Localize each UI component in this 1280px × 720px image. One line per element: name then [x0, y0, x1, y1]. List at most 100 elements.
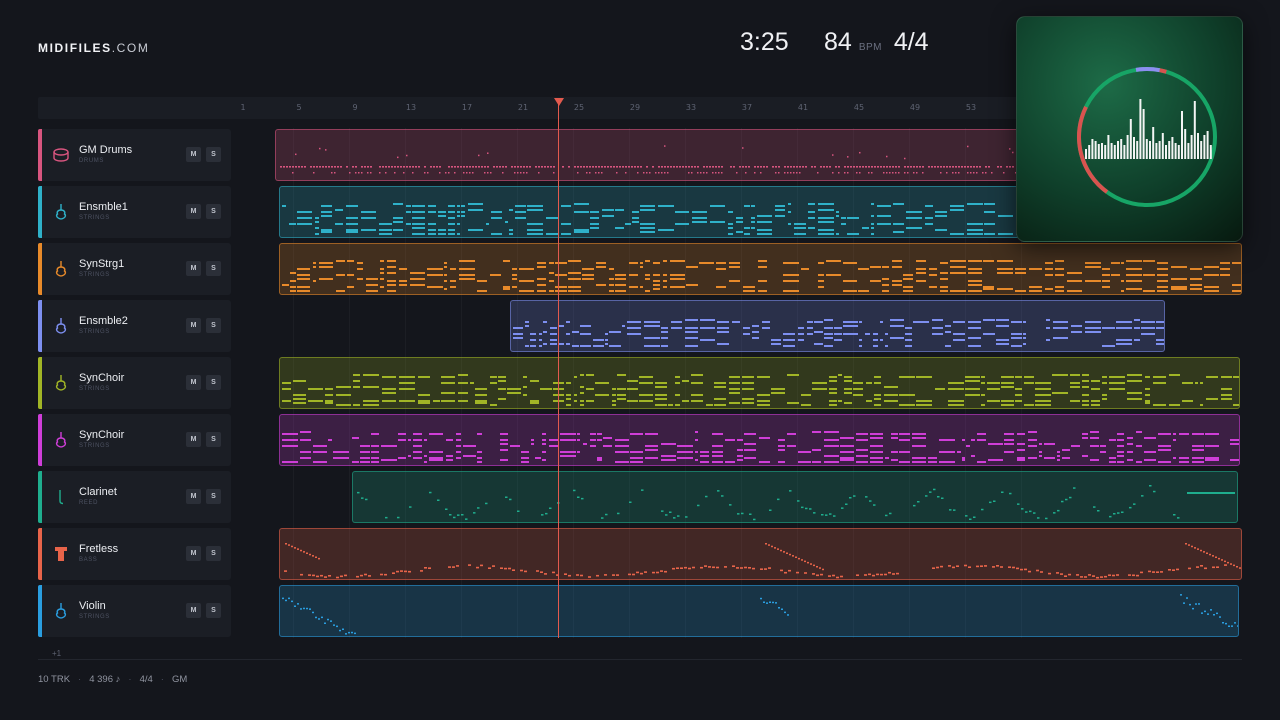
ruler-bar-number: 21	[517, 103, 529, 112]
track-name: GM Drums	[79, 144, 133, 156]
brand-logo: MIDIFILES.COM	[38, 41, 149, 55]
track-category: STRINGS	[79, 329, 110, 335]
track-category: STRINGS	[79, 272, 110, 278]
mute-button[interactable]: M	[186, 318, 201, 333]
more-tracks-indicator[interactable]: +1	[52, 649, 61, 658]
midi-clip[interactable]	[352, 471, 1238, 523]
violin-icon	[52, 374, 70, 392]
solo-button[interactable]: S	[206, 375, 221, 390]
track-header[interactable]: SynChoir STRINGS M S	[38, 414, 231, 466]
note-pattern	[282, 374, 1239, 406]
tempo-unit: BPM	[858, 42, 882, 53]
brand-name: MIDIFILES	[38, 41, 112, 55]
footer-signature: 4/4	[139, 674, 153, 685]
ruler-bar-number: 13	[405, 103, 417, 112]
track-header[interactable]: Ensmble2 STRINGS M S	[38, 300, 231, 352]
solo-button[interactable]: S	[206, 546, 221, 561]
track-category: STRINGS	[79, 614, 110, 620]
midi-clip[interactable]	[279, 357, 1240, 409]
time-signature-readout: 4/4	[893, 28, 929, 56]
time-readout: 3:25	[740, 28, 789, 56]
mute-button[interactable]: M	[186, 261, 201, 276]
track-color-stripe	[38, 300, 42, 352]
bass-icon	[52, 545, 70, 563]
solo-button[interactable]: S	[206, 432, 221, 447]
note-count: 4 396 ♪	[89, 674, 121, 685]
track-name: Violin	[79, 600, 106, 612]
note-pattern	[513, 319, 1164, 347]
track-header[interactable]: Fretless BASS M S	[38, 528, 231, 580]
ruler-bar-number: 5	[296, 103, 302, 112]
track-category: STRINGS	[79, 215, 110, 221]
track-category: STRINGS	[79, 443, 110, 449]
mute-button[interactable]: M	[186, 375, 201, 390]
ruler-bar-number: 41	[797, 103, 809, 112]
track-count: 10 TRK	[38, 674, 71, 685]
mute-button[interactable]: M	[186, 489, 201, 504]
mute-button[interactable]: M	[186, 432, 201, 447]
track-name: SynChoir	[79, 429, 125, 441]
ruler-bar-number: 45	[853, 103, 865, 112]
track-header[interactable]: Ensmble1 STRINGS M S	[38, 186, 231, 238]
note-pattern	[282, 594, 1238, 635]
footer-divider	[38, 659, 1242, 660]
track-header[interactable]: GM Drums DRUMS M S	[38, 129, 231, 181]
track-color-stripe	[38, 129, 42, 181]
playhead[interactable]	[558, 100, 559, 638]
track-header[interactable]: Clarinet REED M S	[38, 471, 231, 523]
track-color-stripe	[38, 414, 42, 466]
clarinet-icon	[52, 488, 70, 506]
ruler-bar-number: 29	[629, 103, 641, 112]
midi-standard: GM	[171, 674, 188, 685]
violin-icon	[52, 260, 70, 278]
visualizer-graphic	[1077, 67, 1217, 207]
playhead-handle[interactable]	[554, 98, 564, 106]
status-bar: 10 TRK · 4 396 ♪ · 4/4 · GM	[38, 674, 187, 685]
midi-clip[interactable]	[279, 414, 1240, 466]
solo-button[interactable]: S	[206, 489, 221, 504]
audio-visualizer	[1016, 16, 1243, 242]
track-category: BASS	[79, 557, 98, 563]
ruler-bar-number: 25	[573, 103, 585, 112]
midi-clip[interactable]	[279, 243, 1242, 295]
ruler-bar-number: 1	[240, 103, 246, 112]
note-pattern	[282, 260, 1241, 292]
separator: ·	[160, 674, 164, 685]
solo-button[interactable]: S	[206, 261, 221, 276]
ruler-bar-number: 17	[461, 103, 473, 112]
midi-clip[interactable]	[279, 528, 1242, 580]
track-color-stripe	[38, 471, 42, 523]
track-name: Ensmble2	[79, 315, 128, 327]
ruler-bar-number: 33	[685, 103, 697, 112]
solo-button[interactable]: S	[206, 318, 221, 333]
track-header[interactable]: Violin STRINGS M S	[38, 585, 231, 637]
track-color-stripe	[38, 528, 42, 580]
mute-button[interactable]: M	[186, 546, 201, 561]
violin-icon	[52, 203, 70, 221]
tempo-readout: 84	[824, 28, 852, 56]
midi-clip[interactable]	[510, 300, 1165, 352]
mute-button[interactable]: M	[186, 204, 201, 219]
note-pattern	[284, 543, 1241, 579]
ruler-bar-number: 53	[965, 103, 977, 112]
midi-clip[interactable]	[279, 585, 1239, 637]
drum-icon	[52, 146, 70, 164]
solo-button[interactable]: S	[206, 147, 221, 162]
track-color-stripe	[38, 585, 42, 637]
violin-icon	[52, 317, 70, 335]
brand-suffix: .COM	[111, 41, 150, 55]
mute-button[interactable]: M	[186, 603, 201, 618]
mute-button[interactable]: M	[186, 147, 201, 162]
track-header[interactable]: SynChoir STRINGS M S	[38, 357, 231, 409]
track-category: STRINGS	[79, 386, 110, 392]
track-color-stripe	[38, 243, 42, 295]
track-color-stripe	[38, 357, 42, 409]
solo-button[interactable]: S	[206, 204, 221, 219]
ruler-bar-number: 9	[352, 103, 358, 112]
violin-icon	[52, 602, 70, 620]
separator: ·	[78, 674, 82, 685]
track-name: SynStrg1	[79, 258, 125, 270]
track-header[interactable]: SynStrg1 STRINGS M S	[38, 243, 231, 295]
note-pattern	[357, 485, 1235, 521]
solo-button[interactable]: S	[206, 603, 221, 618]
